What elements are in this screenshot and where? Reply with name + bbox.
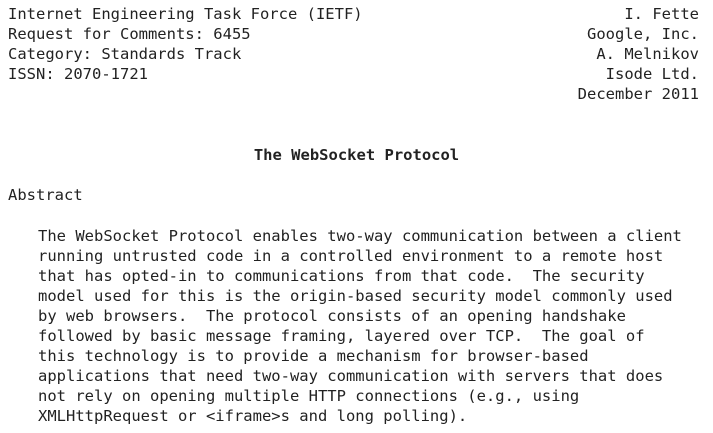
abstract-line: XMLHttpRequest or <iframe>s and long pol… — [38, 407, 468, 425]
publication-date: December 2011 — [577, 85, 699, 103]
abstract-line: that has opted-in to communications from… — [38, 267, 645, 285]
author-1-affiliation: Google, Inc. — [587, 25, 699, 43]
rfc-header-right: I. Fette Google, Inc. A. Melnikov Isode … — [399, 4, 699, 104]
abstract-line: running untrusted code in a controlled e… — [38, 247, 664, 265]
abstract-line: this technology is to provide a mechanis… — [38, 347, 589, 365]
document-title: The WebSocket Protocol — [253, 146, 460, 164]
rfc-number-line: Request for Comments: 6455 — [8, 25, 251, 43]
author-2-affiliation: Isode Ltd. — [605, 65, 699, 83]
abstract-line: model used for this is the origin-based … — [38, 287, 673, 305]
author-2-name: A. Melnikov — [596, 45, 699, 63]
abstract-line: by web browsers. The protocol consists o… — [38, 307, 626, 325]
organization-line: Internet Engineering Task Force (IETF) — [8, 5, 363, 23]
abstract-line: The WebSocket Protocol enables two-way c… — [38, 227, 682, 245]
author-1-name: I. Fette — [624, 5, 699, 23]
category-line: Category: Standards Track — [8, 45, 242, 63]
rfc-header-left: Internet Engineering Task Force (IETF) R… — [8, 4, 408, 84]
abstract-line: not rely on opening multiple HTTP connec… — [38, 387, 580, 405]
abstract-line: followed by basic message framing, layer… — [38, 327, 645, 345]
issn-line: ISSN: 2070-1721 — [8, 65, 148, 83]
abstract-line: applications that need two-way communica… — [38, 367, 664, 385]
abstract-heading: Abstract — [8, 186, 83, 204]
abstract-body: The WebSocket Protocol enables two-way c… — [38, 226, 708, 426]
